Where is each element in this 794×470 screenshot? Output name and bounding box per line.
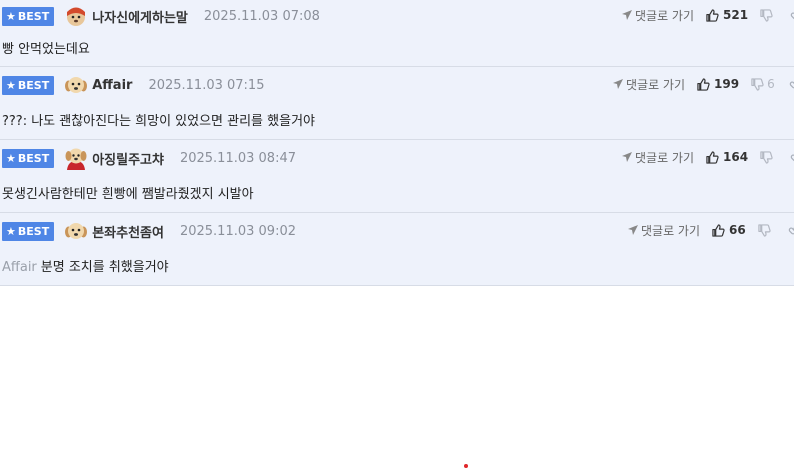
comment-item: ★ BEST Affair 2025.11.03 07:15 댓글로 가기 19… <box>0 67 794 140</box>
link-icon <box>790 154 794 161</box>
avatar[interactable] <box>64 4 88 28</box>
star-icon: ★ <box>6 78 16 92</box>
comment-text: Affair 분명 조치를 취했을거야 <box>2 256 169 275</box>
link-icon <box>788 226 794 234</box>
go-to-comment-label: 댓글로 가기 <box>635 8 695 23</box>
nickname[interactable]: Affair <box>92 78 132 93</box>
like-button[interactable]: 199 <box>697 77 739 91</box>
like-count: 164 <box>723 150 749 164</box>
best-badge: ★ BEST <box>2 6 55 26</box>
arrow-icon <box>622 10 632 20</box>
arrow-icon <box>628 225 638 235</box>
comment-header: ★ BEST 본좌추천좀여 2025.11.03 09:02 <box>2 221 296 241</box>
thumb-up-icon <box>712 223 725 237</box>
comment-actions: 댓글로 가기 66 <box>628 220 794 240</box>
thumb-up-icon <box>706 150 719 164</box>
thumb-down-icon <box>760 150 773 164</box>
comment-body: 분명 조치를 취했을거야 <box>40 260 169 275</box>
thumb-up-icon <box>697 77 710 91</box>
comment-actions: 댓글로 가기 164 <box>622 147 794 167</box>
best-badge-label: BEST <box>17 224 50 238</box>
like-count: 521 <box>723 8 749 22</box>
like-count: 199 <box>714 77 740 91</box>
star-icon: ★ <box>6 9 16 23</box>
copy-link-button[interactable] <box>789 78 794 91</box>
thumb-down-icon <box>758 223 771 237</box>
comment-item: ★ BEST 본좌추천좀여 2025.11.03 09:02 댓글로 가기 66 <box>0 213 794 286</box>
thumb-down-icon <box>751 77 764 91</box>
link-icon <box>789 81 794 88</box>
avatar[interactable] <box>64 219 88 243</box>
like-button[interactable]: 164 <box>706 150 748 164</box>
avatar[interactable] <box>64 73 88 97</box>
mention-link[interactable]: Affair <box>2 260 37 275</box>
comment-header: ★ BEST Affair 2025.11.03 07:15 <box>2 75 264 95</box>
dislike-button[interactable] <box>758 223 774 237</box>
star-icon: ★ <box>6 224 16 238</box>
avatar[interactable] <box>64 146 88 170</box>
comment-date: 2025.11.03 07:15 <box>148 77 265 93</box>
comment-item: ★ BEST 아징릴주고챠 2025.11.03 08:47 댓글로 가기 16 <box>0 140 794 213</box>
go-to-comment-label: 댓글로 가기 <box>641 223 701 238</box>
thumb-up-icon <box>706 8 719 22</box>
best-badge: ★ BEST <box>2 148 55 168</box>
comment-date: 2025.11.03 09:02 <box>179 223 296 239</box>
arrow-icon <box>613 79 623 89</box>
go-to-comment-label: 댓글로 가기 <box>626 77 686 92</box>
go-to-comment-link[interactable]: 댓글로 가기 <box>628 222 700 239</box>
best-comment-list: ★ BEST 나자신에게하는말 2025.11.03 07:08 댓글로 가기 … <box>0 0 794 286</box>
link-icon <box>790 12 794 19</box>
comment-text: ???: 나도 괜찮아진다는 희망이 있었으면 관리를 했을거야 <box>2 110 315 129</box>
like-button[interactable]: 66 <box>712 223 746 237</box>
best-badge: ★ BEST <box>2 221 55 241</box>
go-to-comment-link[interactable]: 댓글로 가기 <box>613 76 685 93</box>
comment-body: 빵 안먹었는데요 <box>2 42 90 57</box>
comment-item: ★ BEST 나자신에게하는말 2025.11.03 07:08 댓글로 가기 … <box>0 0 794 67</box>
dislike-button[interactable]: 6 <box>751 77 775 91</box>
dislike-count: 6 <box>767 77 775 91</box>
go-to-comment-link[interactable]: 댓글로 가기 <box>622 149 694 166</box>
comment-actions: 댓글로 가기 521 <box>622 5 794 25</box>
comment-body: 못생긴사람한테만 흰빵에 쨈발라줬겠지 시발아 <box>2 187 254 202</box>
copy-link-button[interactable] <box>790 9 794 22</box>
best-badge: ★ BEST <box>2 75 55 95</box>
nickname[interactable]: 나자신에게하는말 <box>92 7 188 26</box>
best-badge-label: BEST <box>17 78 50 92</box>
go-to-comment-label: 댓글로 가기 <box>635 150 695 165</box>
best-badge-label: BEST <box>17 151 50 165</box>
comment-header: ★ BEST 아징릴주고챠 2025.11.03 08:47 <box>2 146 296 170</box>
comment-actions: 댓글로 가기 199 6 <box>613 74 794 94</box>
nickname[interactable]: 본좌추천좀여 <box>92 222 164 241</box>
comment-date: 2025.11.03 08:47 <box>179 150 296 166</box>
indicator-dot <box>464 464 468 468</box>
nickname[interactable]: 아징릴주고챠 <box>92 149 164 168</box>
like-count: 66 <box>729 223 746 237</box>
star-icon: ★ <box>6 151 16 165</box>
copy-link-button[interactable] <box>790 151 794 164</box>
thumb-down-icon <box>760 8 773 22</box>
like-button[interactable]: 521 <box>706 8 748 22</box>
copy-link-button[interactable] <box>788 224 794 237</box>
comment-body: ???: 나도 괜찮아진다는 희망이 있었으면 관리를 했을거야 <box>2 114 315 129</box>
dislike-button[interactable] <box>760 150 776 164</box>
go-to-comment-link[interactable]: 댓글로 가기 <box>622 7 694 24</box>
arrow-icon <box>622 152 632 162</box>
comment-header: ★ BEST 나자신에게하는말 2025.11.03 07:08 <box>2 6 320 26</box>
comment-text: 못생긴사람한테만 흰빵에 쨈발라줬겠지 시발아 <box>2 183 254 202</box>
comment-date: 2025.11.03 07:08 <box>203 8 320 24</box>
best-badge-label: BEST <box>17 9 50 23</box>
dislike-button[interactable] <box>760 8 776 22</box>
comment-text: 빵 안먹었는데요 <box>2 38 90 57</box>
